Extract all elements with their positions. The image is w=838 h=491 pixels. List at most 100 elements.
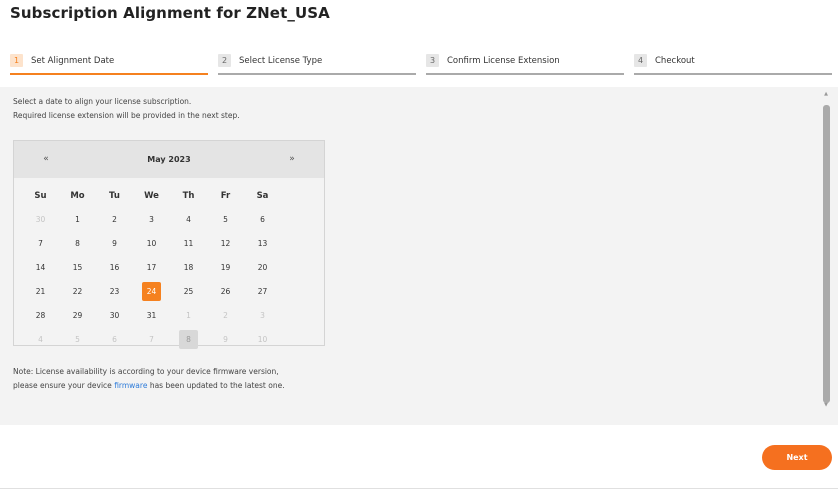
calendar-day[interactable]: 27 <box>244 281 281 302</box>
day-number: 2 <box>223 311 228 320</box>
day-number: 13 <box>257 239 268 248</box>
calendar-day: 4 <box>22 329 59 350</box>
next-button[interactable]: Next <box>762 445 832 470</box>
weekday-label: Su <box>34 190 47 201</box>
calendar-day[interactable]: 10 <box>133 233 170 254</box>
calendar-day[interactable]: 13 <box>244 233 281 254</box>
calendar-day[interactable]: 19 <box>207 257 244 278</box>
firmware-note: Note: License availability is according … <box>13 365 285 393</box>
content-panel: Select a date to align your license subs… <box>0 87 838 425</box>
calendar-day[interactable]: 21 <box>22 281 59 302</box>
calendar-day: 9 <box>207 329 244 350</box>
weekday-label: Tu <box>109 190 120 201</box>
calendar-day[interactable]: 1 <box>59 209 96 230</box>
day-number: 7 <box>149 335 154 344</box>
selected-day[interactable]: 24 <box>133 281 170 302</box>
page-title: Subscription Alignment for ZNet_USA <box>10 4 330 22</box>
calendar-day[interactable]: 16 <box>96 257 133 278</box>
next-month-button[interactable]: » <box>260 141 324 178</box>
step-select-license-type[interactable]: 2 Select License Type <box>218 51 416 75</box>
calendar-day[interactable]: 14 <box>22 257 59 278</box>
day-number: 18 <box>183 263 194 272</box>
day-number: 9 <box>112 239 117 248</box>
calendar-day[interactable]: 17 <box>133 257 170 278</box>
day-number: 1 <box>186 311 191 320</box>
step-label: Select License Type <box>239 55 323 66</box>
calendar-day[interactable]: 22 <box>59 281 96 302</box>
day-number: 22 <box>72 287 83 296</box>
day-number: 6 <box>260 215 265 224</box>
calendar-day[interactable]: 4 <box>170 209 207 230</box>
day-number: 26 <box>220 287 231 296</box>
day-number: 3 <box>260 311 265 320</box>
step-label: Set Alignment Date <box>31 55 115 66</box>
step-set-alignment-date[interactable]: 1 Set Alignment Date <box>10 51 208 75</box>
calendar-day[interactable]: 28 <box>22 305 59 326</box>
month-title[interactable]: May 2023 <box>78 141 260 178</box>
day-number: 7 <box>38 239 43 248</box>
day-number: 10 <box>257 335 268 344</box>
calendar-day[interactable]: 2 <box>96 209 133 230</box>
calendar-day[interactable]: 31 <box>133 305 170 326</box>
day-number: 17 <box>146 263 157 272</box>
day-number: 4 <box>186 215 191 224</box>
calendar-day: 3 <box>244 305 281 326</box>
day-number: 12 <box>220 239 231 248</box>
calendar-day: 30 <box>22 209 59 230</box>
calendar-day: 5 <box>59 329 96 350</box>
calendar-day[interactable]: 7 <box>22 233 59 254</box>
day-number: 1 <box>75 215 80 224</box>
calendar-day[interactable]: 11 <box>170 233 207 254</box>
calendar-day[interactable]: 6 <box>244 209 281 230</box>
weekday-label: Sa <box>256 190 269 201</box>
intro-line-1: Select a date to align your license subs… <box>13 97 192 106</box>
scroll-thumb[interactable] <box>823 105 830 403</box>
firmware-link[interactable]: firmware <box>114 381 147 390</box>
day-number: 9 <box>223 335 228 344</box>
calendar-day[interactable]: 15 <box>59 257 96 278</box>
day-number: 27 <box>257 287 268 296</box>
day-number: 19 <box>220 263 231 272</box>
weekday-row: Su Mo Tu We Th Fr Sa <box>22 185 281 206</box>
day-number: 10 <box>146 239 157 248</box>
day-number: 14 <box>35 263 46 272</box>
calendar-day: 1 <box>170 305 207 326</box>
calendar-day[interactable]: 26 <box>207 281 244 302</box>
day-number: 8 <box>75 239 80 248</box>
calendar-day[interactable]: 25 <box>170 281 207 302</box>
week-row: 28 29 30 31 1 2 3 <box>22 305 281 326</box>
day-number: 30 <box>35 215 46 224</box>
scroll-down-arrow[interactable]: ▼ <box>819 402 833 408</box>
day-number: 31 <box>146 311 157 320</box>
step-number: 4 <box>634 54 647 67</box>
prev-month-button[interactable]: « <box>14 141 78 178</box>
scroll-up-arrow[interactable]: ▲ <box>819 91 833 97</box>
note-text: has been updated to the latest one. <box>147 381 285 390</box>
calendar-day[interactable]: 12 <box>207 233 244 254</box>
calendar-day[interactable]: 29 <box>59 305 96 326</box>
step-confirm-license-extension[interactable]: 3 Confirm License Extension <box>426 51 624 75</box>
vertical-scrollbar[interactable]: ▲ ▼ <box>819 91 833 411</box>
step-number: 2 <box>218 54 231 67</box>
intro-text: Select a date to align your license subs… <box>13 95 240 123</box>
wizard-steps: 1 Set Alignment Date 2 Select License Ty… <box>10 51 832 75</box>
step-number: 1 <box>10 54 23 67</box>
calendar-grid: Su Mo Tu We Th Fr Sa 30 1 2 3 4 5 6 7 8 9 10 11 12 13 14 15 16 1… <box>22 185 281 353</box>
calendar-day[interactable]: 20 <box>244 257 281 278</box>
day-number: 30 <box>109 311 120 320</box>
calendar-day[interactable]: 3 <box>133 209 170 230</box>
calendar-day[interactable]: 30 <box>96 305 133 326</box>
calendar-day[interactable]: 23 <box>96 281 133 302</box>
step-number: 3 <box>426 54 439 67</box>
intro-line-2: Required license extension will be provi… <box>13 111 240 120</box>
step-label: Confirm License Extension <box>447 55 560 66</box>
calendar-day[interactable]: 5 <box>207 209 244 230</box>
calendar-day[interactable]: 8 <box>59 233 96 254</box>
weekday-label: Fr <box>220 190 231 201</box>
day-number: 21 <box>35 287 46 296</box>
calendar-day[interactable]: 18 <box>170 257 207 278</box>
day-number: 25 <box>183 287 194 296</box>
week-row: 21 22 23 24 25 26 27 <box>22 281 281 302</box>
step-checkout[interactable]: 4 Checkout <box>634 51 832 75</box>
calendar-day[interactable]: 9 <box>96 233 133 254</box>
